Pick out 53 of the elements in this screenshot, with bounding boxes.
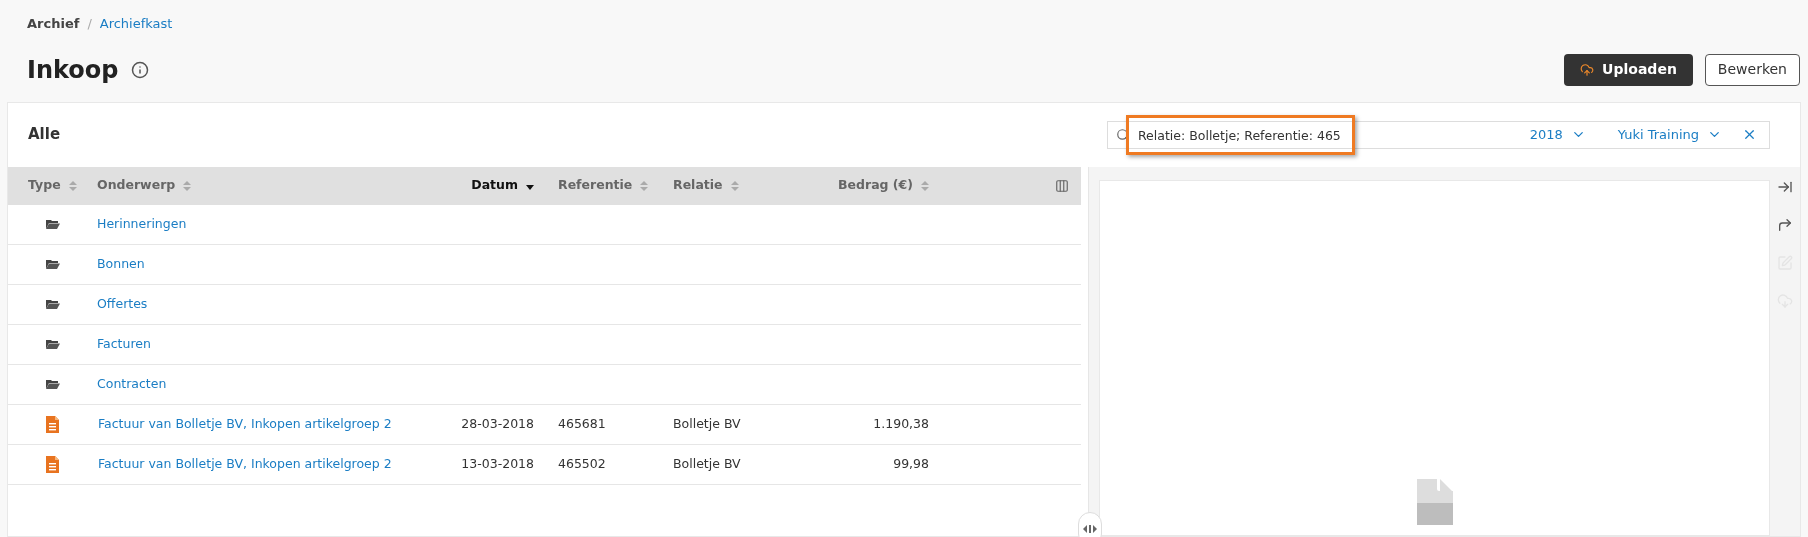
folder-icon bbox=[45, 339, 60, 349]
column-settings-icon[interactable] bbox=[1055, 178, 1069, 193]
info-icon[interactable] bbox=[130, 60, 149, 79]
amount-cell-text: 99,98 bbox=[892, 454, 930, 473]
table-row[interactable]: Bonnen bbox=[8, 244, 1081, 285]
panel-title: Alle bbox=[28, 124, 61, 146]
close-icon[interactable] bbox=[1742, 127, 1757, 142]
amount-cell-text: 1.190,38 bbox=[872, 414, 930, 433]
column-header[interactable]: Datum bbox=[441, 176, 546, 195]
column-header[interactable]: Relatie bbox=[661, 176, 791, 195]
reference-cell-text: 465681 bbox=[557, 414, 607, 433]
folder-icon bbox=[45, 259, 60, 269]
subject-link[interactable]: Bonnen bbox=[97, 254, 145, 274]
table-row[interactable]: Contracten bbox=[8, 364, 1081, 405]
panel-resize-handle[interactable] bbox=[1078, 512, 1102, 537]
page-title: Inkoop bbox=[27, 54, 119, 86]
forward-arrow-icon[interactable] bbox=[1777, 216, 1793, 233]
resize-arrows-icon bbox=[1083, 525, 1097, 533]
column-header[interactable]: Bedrag (€) bbox=[791, 176, 941, 195]
document-icon bbox=[46, 455, 59, 473]
table-row[interactable]: Herinneringen bbox=[8, 204, 1081, 245]
breadcrumb-link[interactable]: Archiefkast bbox=[99, 14, 173, 34]
column-header[interactable]: Referentie bbox=[546, 176, 661, 195]
empty-document-icon bbox=[1416, 479, 1453, 525]
folder-icon bbox=[45, 299, 60, 309]
relation-cell-text: Bolletje BV bbox=[672, 454, 742, 473]
date-cell-text: 13-03-2018 bbox=[460, 454, 535, 473]
subject-link[interactable]: Herinneringen bbox=[97, 214, 187, 234]
column-header[interactable]: Onderwerp bbox=[85, 176, 441, 195]
upload-button[interactable]: Uploaden bbox=[1564, 53, 1693, 86]
subject-link[interactable]: Facturen bbox=[97, 334, 151, 354]
search-field[interactable]: Relatie: Bolletje; Referentie: 465 bbox=[1138, 127, 1341, 143]
relation-cell-text: Bolletje BV bbox=[672, 414, 742, 433]
column-header[interactable]: Type bbox=[8, 176, 85, 195]
subject-link[interactable]: Factuur van Bolletje BV, Inkopen artikelgroep 2 bbox=[98, 454, 392, 474]
breadcrumb-separator: / bbox=[87, 15, 92, 33]
date-cell-text: 28-03-2018 bbox=[460, 414, 535, 433]
document-icon bbox=[46, 415, 59, 433]
edit-button[interactable]: Bewerken bbox=[1704, 53, 1800, 86]
folder-icon bbox=[45, 219, 60, 229]
folder-icon bbox=[45, 379, 60, 389]
cloud-upload-icon bbox=[1580, 62, 1595, 77]
table-row[interactable]: Offertes bbox=[8, 284, 1081, 325]
reference-cell-text: 465502 bbox=[557, 454, 607, 473]
breadcrumb-item: Archief bbox=[27, 15, 80, 33]
subject-link[interactable]: Factuur van Bolletje BV, Inkopen artikelgroep 2 bbox=[98, 414, 392, 434]
year-dropdown[interactable]: 2018 bbox=[1529, 124, 1586, 145]
administration-dropdown[interactable]: Yuki Training bbox=[1617, 124, 1722, 145]
table-row[interactable]: Factuur van Bolletje BV, Inkopen artikelgroep 2 13-03-2018 465502 Bolletje BV 99,98 bbox=[8, 444, 1081, 485]
subject-link[interactable]: Contracten bbox=[97, 374, 167, 394]
table-row[interactable]: Factuur van Bolletje BV, Inkopen artikelgroep 2 28-03-2018 465681 Bolletje BV 1.190,38 bbox=[8, 404, 1081, 445]
table-row[interactable]: Facturen bbox=[8, 324, 1081, 365]
subject-link[interactable]: Offertes bbox=[97, 294, 148, 314]
